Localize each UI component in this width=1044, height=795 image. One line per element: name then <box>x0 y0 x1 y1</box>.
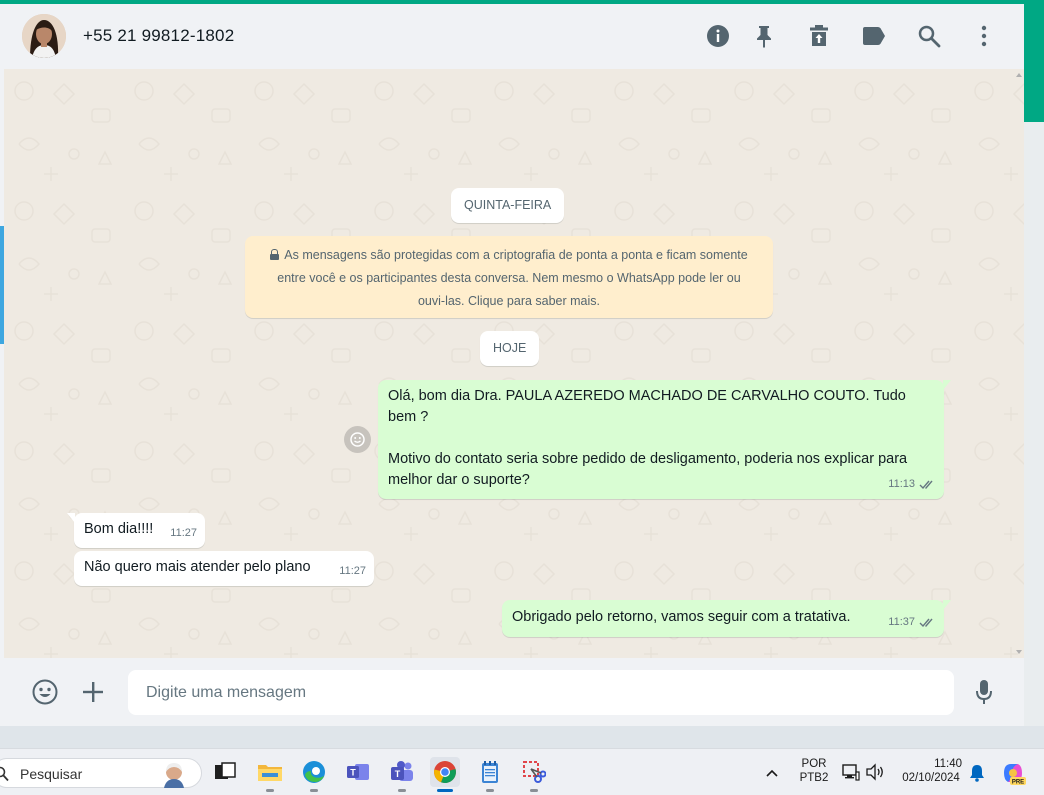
chrome-browser-icon[interactable] <box>430 757 460 792</box>
info-icon[interactable] <box>704 22 732 50</box>
taskbar-search-box[interactable]: Pesquisar <box>0 758 202 788</box>
svg-text:PRE: PRE <box>1012 780 1024 786</box>
date-divider: QUINTA-FEIRA <box>451 188 565 223</box>
scroll-down-arrow[interactable] <box>1016 650 1022 654</box>
message-meta: 11:27 <box>339 561 366 582</box>
message-meta: 11:27 <box>170 523 197 544</box>
search-icon <box>0 766 9 782</box>
message-bubble-outgoing[interactable]: Olá, bom dia Dra. PAULA AZEREDO MACHADO … <box>378 380 951 499</box>
message-text: Olá, bom dia Dra. PAULA AZEREDO MACHADO … <box>388 388 908 488</box>
volume-icon[interactable] <box>865 763 885 786</box>
search-icon[interactable] <box>915 22 943 50</box>
window-bottom-gap <box>0 726 1044 748</box>
windows-taskbar: Pesquisar T T POR PTB2 11:40 02/10/2024 … <box>0 748 1044 795</box>
message-time: 11:27 <box>170 527 197 539</box>
message-time: 11:37 <box>888 616 915 628</box>
attach-plus-icon[interactable] <box>79 678 107 706</box>
reaction-emoji-button[interactable] <box>344 426 371 453</box>
message-meta: 11:37 <box>888 612 936 633</box>
search-highlight-image-icon <box>164 763 184 788</box>
message-time: 11:13 <box>888 478 915 490</box>
taskbar-search-placeholder: Pesquisar <box>20 766 83 782</box>
file-explorer-icon[interactable] <box>255 757 285 792</box>
clock-date: 02/10/2024 <box>902 772 960 784</box>
message-time: 11:27 <box>339 565 366 577</box>
message-bubble-outgoing[interactable]: Obrigado pelo retorno, vamos seguir com … <box>502 600 951 637</box>
input-language-indicator[interactable]: POR PTB2 <box>797 758 831 784</box>
contact-name[interactable]: +55 21 99812-1802 <box>83 26 234 46</box>
read-receipt-icon <box>919 618 933 628</box>
archive-icon[interactable] <box>805 22 833 50</box>
message-meta: 11:13 <box>888 474 936 495</box>
teams-classic-icon[interactable]: T <box>343 757 373 787</box>
pin-icon[interactable] <box>750 22 778 50</box>
message-bubble-incoming[interactable]: Não quero mais atender pelo plano 11:27 <box>74 551 374 586</box>
notepad-icon[interactable] <box>475 757 505 792</box>
task-view-icon[interactable] <box>210 757 240 787</box>
encryption-notice-text: As mensagens são protegidas com a cripto… <box>277 248 748 308</box>
show-hidden-icons-chevron-icon[interactable] <box>765 765 779 783</box>
emoji-icon[interactable] <box>31 678 59 706</box>
edge-browser-icon[interactable] <box>299 757 329 792</box>
read-receipt-icon <box>919 480 933 490</box>
taskbar-clock[interactable]: 11:40 02/10/2024 <box>896 758 966 784</box>
message-text: Não quero mais atender pelo plano <box>84 559 311 575</box>
background-green-panel <box>1024 0 1044 122</box>
encryption-notice[interactable]: As mensagens são protegidas com a cripto… <box>245 236 773 318</box>
more-menu-icon[interactable] <box>970 22 998 50</box>
language-code: POR <box>801 758 827 770</box>
microphone-icon[interactable] <box>970 678 998 706</box>
chat-messages-area[interactable]: QUINTA-FEIRA As mensagens são protegidas… <box>4 69 1024 658</box>
date-divider: HOJE <box>480 331 540 366</box>
scroll-up-arrow[interactable] <box>1016 73 1022 77</box>
clock-time: 11:40 <box>934 758 962 770</box>
contact-avatar[interactable] <box>22 14 66 58</box>
network-icon[interactable] <box>842 763 860 786</box>
copilot-preview-icon[interactable]: PRE <box>1000 760 1026 791</box>
lock-icon <box>270 249 280 260</box>
message-text: Obrigado pelo retorno, vamos seguir com … <box>512 609 851 625</box>
teams-icon[interactable]: T <box>387 757 417 792</box>
label-icon[interactable] <box>860 22 888 50</box>
message-bubble-incoming[interactable]: Bom dia!!!! 11:27 <box>67 513 205 548</box>
keyboard-layout-code: PTB2 <box>799 772 829 784</box>
snipping-tool-icon[interactable] <box>519 757 549 792</box>
chat-header[interactable]: +55 21 99812-1802 <box>4 4 1024 69</box>
background-panel <box>1024 122 1044 748</box>
svg-text:T: T <box>395 769 401 779</box>
message-input[interactable] <box>128 670 954 715</box>
message-composer <box>4 658 1024 726</box>
notification-bell-icon[interactable] <box>969 764 985 787</box>
svg-text:T: T <box>350 768 356 778</box>
